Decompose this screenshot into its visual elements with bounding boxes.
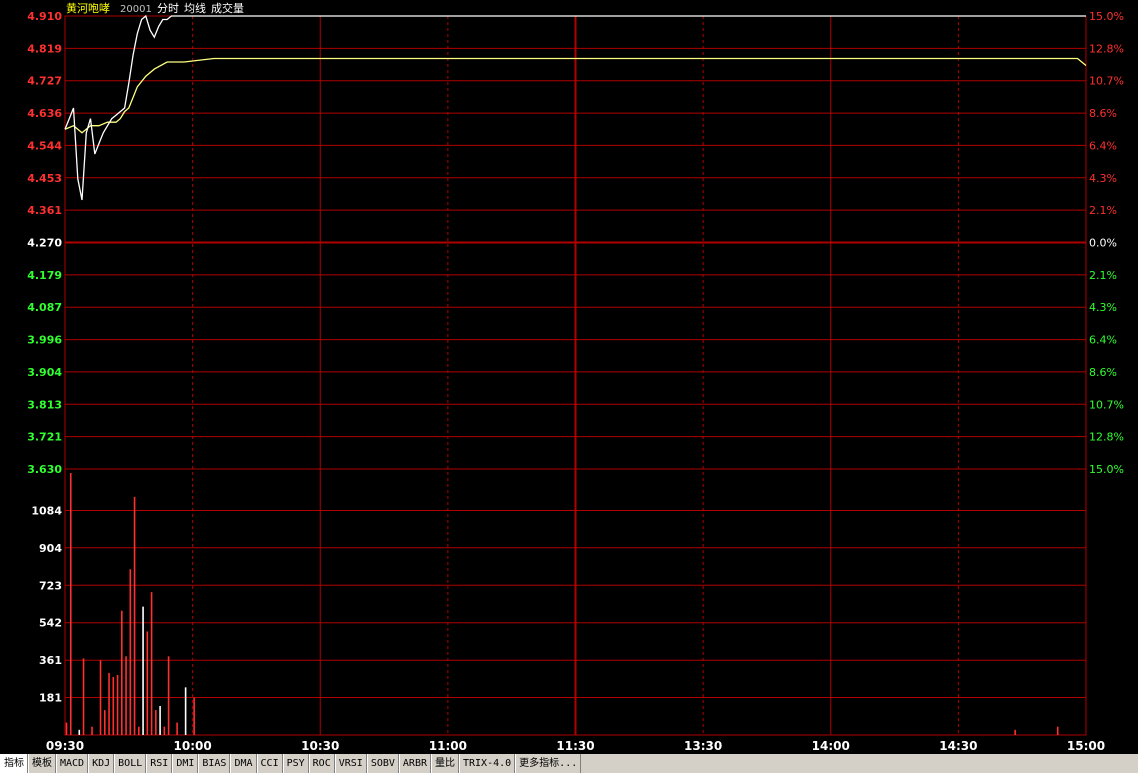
price-tick-label: 4.179 (27, 269, 62, 282)
volume-axis: 1084 904 723 542 361 181 (31, 504, 62, 704)
mode-label-minute[interactable]: 分时 (157, 2, 179, 15)
price-tick-label: 3.996 (27, 334, 62, 347)
stock-name: 黄河咆哮 (66, 1, 110, 15)
volume-tick-label: 1084 (31, 504, 62, 517)
price-tick-label: 4.636 (27, 107, 62, 120)
toolbar-button-0[interactable]: 指标 (0, 754, 28, 773)
volume-tick-label: 542 (39, 617, 62, 630)
percent-tick-label: 4.3% (1089, 301, 1117, 314)
toolbar-button-13[interactable]: SOBV (366, 754, 399, 773)
price-tick-label: 3.630 (27, 463, 62, 476)
percent-tick-label: 6.4% (1089, 139, 1117, 152)
volume-bars (65, 473, 1059, 735)
price-tick-label: 4.453 (27, 172, 62, 185)
toolbar-button-11[interactable]: ROC (308, 754, 335, 773)
price-tick-label: 4.087 (27, 301, 62, 314)
price-tick-label: 4.270 (27, 237, 62, 250)
toolbar-button-15[interactable]: 量比 (431, 754, 459, 773)
time-axis: 09:30 10:00 10:30 11:00 11:30 13:30 14:00 14:30… (46, 739, 1105, 753)
time-tick-label: 14:30 (939, 739, 977, 753)
time-tick-label: 13:30 (684, 739, 722, 753)
time-tick-label: 15:00 (1067, 739, 1105, 753)
toolbar-button-8[interactable]: DMA (230, 754, 257, 773)
percent-tick-label: 2.1% (1089, 269, 1117, 282)
indicator-toolbar: 指标 模板 MACD KDJ BOLL RSI DMI BIAS DMA CCI PSY ROC VRS… (0, 754, 1138, 773)
toolbar-button-14[interactable]: ARBR (398, 754, 431, 773)
percent-tick-label: 8.6% (1089, 366, 1117, 379)
price-tick-label: 4.910 (27, 10, 62, 23)
mode-label-average[interactable]: 均线 (184, 1, 206, 15)
toolbar-button-7[interactable]: BIAS (198, 754, 231, 773)
toolbar-button-1[interactable]: 模板 (28, 754, 56, 773)
price-tick-label: 4.727 (27, 75, 62, 88)
toolbar-button-4[interactable]: BOLL (114, 754, 147, 773)
price-tick-label: 4.819 (27, 42, 62, 55)
percent-tick-label: 12.8% (1089, 42, 1124, 55)
toolbar-button-17[interactable]: 更多指标... (515, 754, 582, 773)
toolbar-button-12[interactable]: VRSI (334, 754, 367, 773)
toolbar-button-2[interactable]: MACD (56, 754, 89, 773)
percent-tick-label: 8.6% (1089, 107, 1117, 120)
price-tick-label: 3.721 (27, 431, 62, 444)
time-tick-label: 11:30 (556, 739, 594, 753)
toolbar-button-3[interactable]: KDJ (88, 754, 115, 773)
toolbar-button-6[interactable]: DMI (172, 754, 199, 773)
stock-code: 20001 (120, 4, 152, 15)
percent-tick-label: 15.0% (1089, 463, 1124, 476)
time-tick-label: 10:30 (301, 739, 339, 753)
time-tick-label: 14:00 (812, 739, 850, 753)
intraday-chart[interactable]: 4.910 4.819 4.727 4.636 4.544 4.453 4.361 4.270… (0, 0, 1138, 754)
toolbar-button-9[interactable]: CCI (256, 754, 283, 773)
volume-tick-label: 723 (39, 579, 62, 592)
mode-label-volume[interactable]: 成交量 (211, 1, 244, 15)
volume-tick-label: 361 (39, 654, 62, 667)
price-tick-label: 4.361 (27, 204, 62, 217)
percent-tick-label: 0.0% (1089, 237, 1117, 250)
percent-tick-label: 10.7% (1089, 398, 1124, 411)
toolbar-button-5[interactable]: RSI (146, 754, 173, 773)
price-axis-left: 4.910 4.819 4.727 4.636 4.544 4.453 4.361 4.270… (27, 10, 62, 476)
price-tick-label: 3.813 (27, 398, 62, 411)
percent-tick-label: 15.0% (1089, 10, 1124, 23)
percent-axis-right: 15.0% 12.8% 10.7% 8.6% 6.4% 4.3% 2.1% 0.0% 2.1% 4… (1089, 10, 1124, 476)
chart-grid (64, 15, 1087, 736)
percent-tick-label: 2.1% (1089, 204, 1117, 217)
toolbar-button-16[interactable]: TRIX-4.0 (459, 754, 516, 773)
price-tick-label: 4.544 (27, 139, 62, 152)
percent-tick-label: 10.7% (1089, 75, 1124, 88)
percent-tick-label: 12.8% (1089, 431, 1124, 444)
price-tick-label: 3.904 (27, 366, 62, 379)
percent-tick-label: 6.4% (1089, 334, 1117, 347)
chart-header: 黄河咆哮 20001 分时 均线 成交量 (66, 1, 244, 15)
time-tick-label: 09:30 (46, 739, 84, 753)
volume-tick-label: 904 (39, 542, 62, 555)
time-tick-label: 11:00 (429, 739, 467, 753)
time-tick-label: 10:00 (174, 739, 212, 753)
volume-tick-label: 181 (39, 692, 62, 705)
toolbar-button-10[interactable]: PSY (282, 754, 309, 773)
percent-tick-label: 4.3% (1089, 172, 1117, 185)
